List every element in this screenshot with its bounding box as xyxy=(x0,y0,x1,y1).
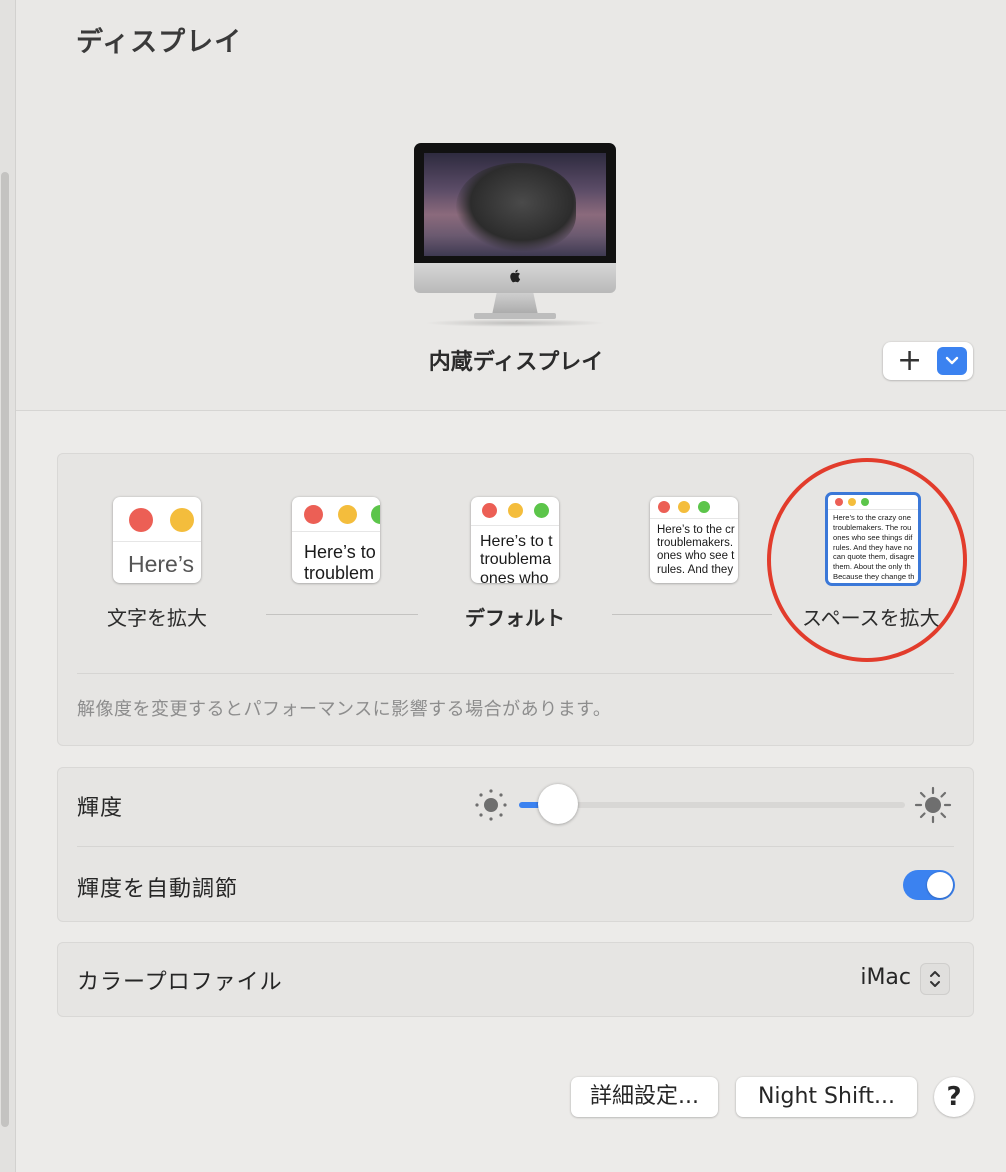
close-dot-icon xyxy=(482,503,497,518)
window-titlebar xyxy=(650,497,738,519)
color-profile-popup-stepper[interactable] xyxy=(920,963,950,995)
brightness-slider-knob[interactable] xyxy=(538,784,578,824)
display-name: 内蔵ディスプレイ xyxy=(428,350,604,375)
window-titlebar xyxy=(471,497,559,526)
color-profile-value[interactable]: iMac xyxy=(860,965,911,990)
imac-stand-neck xyxy=(492,293,538,315)
zoom-dot-icon xyxy=(534,503,549,518)
resolution-option-default[interactable]: Here’s to t troublema ones who xyxy=(471,497,559,583)
window-titlebar xyxy=(292,497,380,532)
brightness-label: 輝度 xyxy=(77,796,124,821)
color-profile-panel: カラープロファイル iMac xyxy=(57,942,974,1017)
color-profile-label: カラープロファイル xyxy=(77,970,283,995)
advanced-settings-button[interactable]: 詳細設定... xyxy=(571,1077,718,1117)
resolution-note: 解像度を変更するとパフォーマンスに影響する場合があります。 xyxy=(77,699,612,720)
close-dot-icon xyxy=(658,501,670,513)
close-dot-icon xyxy=(304,505,323,524)
auto-brightness-toggle[interactable] xyxy=(903,870,955,900)
sun-bright-icon xyxy=(914,786,952,828)
minimize-dot-icon xyxy=(508,503,523,518)
resolution-option-larger-text[interactable]: Here’s xyxy=(113,497,201,583)
divider xyxy=(77,673,954,674)
add-display-popup[interactable]: + xyxy=(883,342,973,380)
resolution-label-default: デフォルト xyxy=(465,606,565,630)
highlight-circle-annotation xyxy=(767,458,967,662)
sample-text: Here’s to troublem xyxy=(304,542,376,583)
zoom-dot-icon xyxy=(698,501,710,513)
imac-wallpaper xyxy=(424,153,606,256)
plus-icon: + xyxy=(897,343,923,378)
resolution-track-right xyxy=(612,614,772,615)
minimize-dot-icon xyxy=(170,508,194,532)
sun-dim-icon xyxy=(474,788,508,826)
minimize-dot-icon xyxy=(338,505,357,524)
page-title: ディスプレイ xyxy=(76,27,243,58)
sample-text: Here’s xyxy=(128,551,195,577)
wallpaper-island xyxy=(456,163,576,251)
night-shift-button[interactable]: Night Shift... xyxy=(736,1077,917,1117)
chevron-down-icon xyxy=(937,347,967,375)
divider xyxy=(77,846,954,847)
auto-brightness-label: 輝度を自動調節 xyxy=(77,877,239,902)
resolution-option-4[interactable]: Here’s to the cr troublemakers. ones who… xyxy=(650,497,738,583)
toggle-knob xyxy=(927,872,953,898)
sample-text: Here’s to the cr troublemakers. ones who… xyxy=(657,524,735,576)
window-titlebar xyxy=(113,497,201,542)
display-preferences-window: ディスプレイ 内蔵ディスプレイ + Here’s Here’s to troub… xyxy=(0,0,1006,1172)
close-dot-icon xyxy=(129,508,153,532)
imac-illustration xyxy=(414,143,616,327)
zoom-dot-icon xyxy=(371,505,380,524)
resolution-track-left xyxy=(266,614,418,615)
resolution-label-larger-text: 文字を拡大 xyxy=(107,606,207,630)
help-button[interactable]: ? xyxy=(934,1077,974,1117)
sidebar-scrollbar[interactable] xyxy=(1,172,9,1127)
resolution-option-2[interactable]: Here’s to troublem xyxy=(292,497,380,583)
imac-bezel xyxy=(414,143,616,263)
apple-logo-icon xyxy=(509,269,521,283)
minimize-dot-icon xyxy=(678,501,690,513)
imac-shadow xyxy=(424,319,606,327)
brightness-panel: 輝度 輝度を自動調節 xyxy=(57,767,974,922)
sidebar-edge xyxy=(0,0,16,1172)
sample-text: Here’s to t troublema ones who xyxy=(480,533,553,583)
